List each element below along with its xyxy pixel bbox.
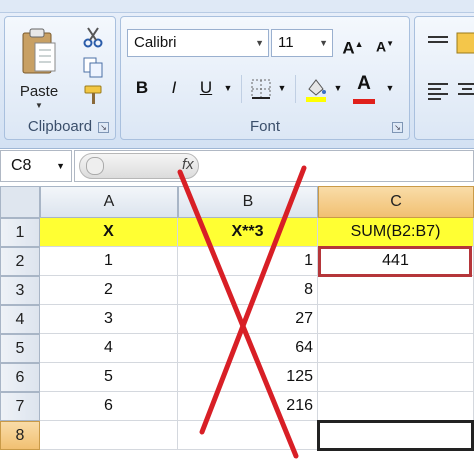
top-align-icon[interactable] [425, 33, 451, 55]
cell-b2[interactable]: 1 [178, 247, 318, 276]
font-group-label: Font [249, 118, 280, 135]
font-group: Calibri ▼ 11 ▼ A▲ A▼ B I U ▼ ▼ ▼ A ▼ Fon… [120, 16, 410, 140]
cell-a3[interactable]: 2 [40, 276, 178, 305]
grow-font-button[interactable]: A▲ [339, 29, 367, 59]
copy-icon[interactable] [81, 55, 105, 79]
cell-c2[interactable]: 441 [318, 247, 474, 276]
align-center-icon[interactable] [455, 79, 474, 103]
row-header-2[interactable]: 2 [0, 247, 40, 276]
dialog-launcher-icon[interactable]: ↘ [392, 122, 403, 133]
row-header-5[interactable]: 5 [0, 334, 40, 363]
font-size-value: 11 [278, 34, 294, 51]
separator [295, 75, 296, 103]
cell-c4[interactable] [318, 305, 474, 334]
column-header-b[interactable]: B [178, 186, 318, 218]
cancel-entry-icon[interactable] [86, 157, 104, 175]
cell-a1[interactable]: X [40, 218, 178, 247]
cell-c7[interactable] [318, 392, 474, 421]
font-color-button[interactable]: A [349, 69, 379, 99]
worksheet-grid: A B C 1 X X**3 SUM(B2:B7) 2 1 1 441 3 2 … [0, 186, 474, 474]
chevron-down-icon[interactable]: ▼ [383, 73, 397, 103]
shrink-font-button[interactable]: A▼ [371, 29, 399, 59]
cell-b7[interactable]: 216 [178, 392, 318, 421]
chevron-down-icon[interactable]: ▼ [56, 151, 65, 181]
fill-color-icon[interactable] [303, 75, 329, 103]
row-header-1[interactable]: 1 [0, 218, 40, 247]
cell-c1[interactable]: SUM(B2:B7) [318, 218, 474, 247]
ribbon: Paste ▼ Clipboard ↘ Calibri ▼ 11 ▼ A▲ A▼… [0, 0, 474, 149]
name-box-value: C8 [11, 157, 32, 174]
bold-glyph: B [135, 78, 149, 97]
font-name-value: Calibri [134, 34, 177, 51]
paste-label: Paste [19, 83, 59, 100]
font-size-combo[interactable]: 11 ▼ [271, 29, 333, 57]
cell-a2[interactable]: 1 [40, 247, 178, 276]
cell-b5[interactable]: 64 [178, 334, 318, 363]
align-left-icon[interactable] [425, 79, 451, 103]
font-color-glyph: A [357, 73, 371, 94]
name-box[interactable]: C8 ▼ [0, 150, 72, 182]
paste-button[interactable]: Paste ▼ [13, 25, 65, 110]
clipboard-group: Paste ▼ Clipboard ↘ [4, 16, 116, 140]
underline-glyph: U [199, 78, 213, 97]
cell-a8[interactable] [40, 421, 178, 450]
chevron-down-icon[interactable]: ▼ [275, 73, 289, 103]
cell-c8[interactable] [318, 421, 474, 450]
borders-icon[interactable] [249, 77, 273, 101]
chevron-down-icon: ▼ [35, 101, 43, 110]
chevron-down-icon[interactable]: ▼ [319, 30, 328, 56]
cell-a6[interactable]: 5 [40, 363, 178, 392]
cell-b6[interactable]: 125 [178, 363, 318, 392]
cell-b8[interactable] [178, 421, 318, 450]
dialog-launcher-icon[interactable]: ↘ [98, 122, 109, 133]
grow-font-glyph: A [342, 38, 355, 58]
cell-b3[interactable]: 8 [178, 276, 318, 305]
cell-a7[interactable]: 6 [40, 392, 178, 421]
formula-bar-controls: fx [79, 153, 199, 179]
fill-color-swatch [306, 97, 326, 102]
paste-icon [22, 28, 56, 74]
cut-icon[interactable] [81, 25, 105, 49]
insert-function-icon[interactable]: fx [182, 156, 194, 173]
chevron-down-icon[interactable]: ▼ [331, 73, 345, 103]
column-header-a[interactable]: A [40, 186, 178, 218]
column-header-c[interactable]: C [318, 186, 474, 218]
cell-c6[interactable] [318, 363, 474, 392]
row-header-7[interactable]: 7 [0, 392, 40, 421]
row-header-4[interactable]: 4 [0, 305, 40, 334]
shrink-font-glyph: A [375, 38, 387, 55]
bold-button[interactable]: B [129, 73, 155, 103]
chevron-down-icon[interactable]: ▼ [221, 73, 235, 103]
separator [241, 75, 242, 103]
orientation-icon[interactable] [455, 31, 474, 55]
underline-button[interactable]: U [193, 73, 219, 103]
alignment-group [414, 16, 474, 140]
row-header-3[interactable]: 3 [0, 276, 40, 305]
ribbon-tab-strip [0, 0, 474, 13]
italic-glyph: I [171, 78, 177, 97]
formula-bar[interactable]: fx [74, 150, 474, 182]
row-header-6[interactable]: 6 [0, 363, 40, 392]
cell-c3[interactable] [318, 276, 474, 305]
cell-a4[interactable]: 3 [40, 305, 178, 334]
row-header-8[interactable]: 8 [0, 421, 40, 450]
cell-a5[interactable]: 4 [40, 334, 178, 363]
italic-button[interactable]: I [161, 73, 187, 103]
cell-c5[interactable] [318, 334, 474, 363]
chevron-down-icon[interactable]: ▼ [255, 30, 264, 56]
font-color-swatch [353, 99, 375, 104]
format-painter-icon[interactable] [81, 83, 105, 107]
select-all-corner[interactable] [0, 186, 40, 218]
cell-b1[interactable]: X**3 [178, 218, 318, 247]
cell-b4[interactable]: 27 [178, 305, 318, 334]
font-name-combo[interactable]: Calibri ▼ [127, 29, 269, 57]
